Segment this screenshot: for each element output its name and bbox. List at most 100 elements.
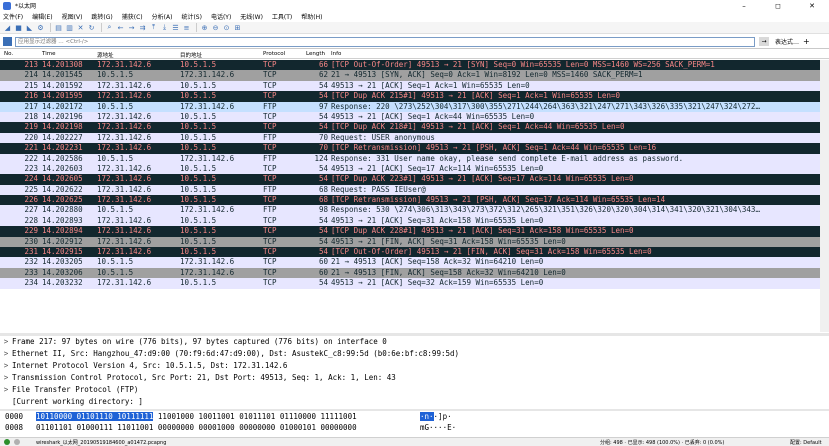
packet-row[interactable]: 227 14.202880 10.5.1.5 172.31.142.6 FTP 98 Res… [0, 205, 829, 216]
packet-row[interactable]: 226 14.202625 172.31.142.6 10.5.1.5 TCP 68 [TC… [0, 195, 829, 206]
packet-row[interactable]: 214 14.201545 10.5.1.5 172.31.142.6 TCP 62 21 … [0, 70, 829, 81]
colorize-icon[interactable]: ≡ [182, 23, 191, 32]
options-icon[interactable]: ⚙ [36, 23, 45, 32]
packet-time: 14.202605 [42, 174, 83, 184]
column-header-source[interactable]: 源地址 [97, 51, 114, 59]
packet-bytes-pane[interactable]: 0000 10110000 01101110 10111111 11001000… [0, 411, 829, 436]
packet-destination: 10.5.1.5 [180, 111, 217, 121]
packet-row[interactable]: 216 14.201595 172.31.142.6 10.5.1.5 TCP 54 [TC… [0, 91, 829, 102]
packet-protocol: TCP [263, 247, 277, 257]
menu-view[interactable]: 视图(V) [62, 12, 83, 21]
close-file-icon[interactable]: ✕ [76, 23, 85, 32]
packet-row[interactable]: 232 14.203205 10.5.1.5 172.31.142.6 TCP 60 21 … [0, 257, 829, 268]
maximize-button[interactable]: ◻ [761, 0, 795, 11]
packet-row[interactable]: 217 14.202172 10.5.1.5 172.31.142.6 FTP 97 Res… [0, 101, 829, 112]
expand-arrow-icon[interactable]: > [0, 348, 12, 360]
packet-destination: 172.31.142.6 [180, 267, 235, 277]
packet-row[interactable]: 228 14.202893 172.31.142.6 10.5.1.5 TCP 54 495… [0, 215, 829, 227]
packet-row[interactable]: 219 14.202198 172.31.142.6 10.5.1.5 TCP 54 [TC… [0, 122, 829, 133]
zoom-in-icon[interactable]: ⊕ [200, 23, 209, 32]
packet-protocol: FTP [263, 205, 277, 215]
restart-icon[interactable]: ◣ [25, 23, 34, 32]
packet-row[interactable]: 234 14.203232 172.31.142.6 10.5.1.5 TCP 54 495… [0, 278, 829, 289]
packet-no: 225 [24, 184, 38, 194]
packet-destination: 10.5.1.5 [180, 215, 217, 225]
last-icon[interactable]: ⤓ [160, 23, 169, 32]
back-icon[interactable]: ← [116, 23, 125, 32]
close-button[interactable]: ✕ [795, 0, 829, 11]
detail-row-tcp[interactable]: > Transmission Control Protocol, Src Port… [0, 372, 829, 384]
packet-row[interactable]: 223 14.202603 172.31.142.6 10.5.1.5 TCP 54 495… [0, 163, 829, 175]
bytes-row[interactable]: 0000 10110000 01101110 10111111 11001000… [0, 411, 829, 422]
packet-row[interactable]: 222 14.202586 10.5.1.5 172.31.142.6 FTP 124 Re… [0, 153, 829, 164]
expert-info-icon[interactable] [4, 439, 10, 445]
menu-wireless[interactable]: 无线(W) [240, 12, 263, 21]
packet-info: [TCP Out-Of-Order] 49513 → 21 [SYN] Seq=… [331, 60, 715, 69]
expand-arrow-icon[interactable]: > [0, 360, 12, 372]
save-icon[interactable]: ▥ [65, 23, 74, 32]
bytes-row[interactable]: 0008 01101101 01000111 11011001 00000000… [0, 422, 829, 433]
detail-row-cwd[interactable]: [Current working directory: ] [0, 396, 829, 408]
packet-info: 49513 → 21 [ACK] Seq=32 Ack=159 Win=6553… [331, 278, 544, 288]
expand-arrow-icon[interactable]: > [0, 384, 12, 396]
packet-row[interactable]: 221 14.202231 172.31.142.6 10.5.1.5 TCP 70 [TC… [0, 143, 829, 154]
zoom-reset-icon[interactable]: ⊙ [222, 23, 231, 32]
column-header-length[interactable]: Length [306, 51, 325, 57]
column-header-time[interactable]: Time [42, 51, 55, 57]
menu-statistics[interactable]: 统计(S) [181, 12, 202, 21]
stop-icon[interactable]: ■ [14, 23, 23, 32]
expand-arrow-icon[interactable]: > [0, 372, 12, 384]
find-icon[interactable]: ⌕ [105, 23, 114, 32]
display-filter-input[interactable] [15, 36, 755, 47]
resize-columns-icon[interactable]: ⊞ [233, 23, 242, 32]
packet-row[interactable]: 233 14.203206 10.5.1.5 172.31.142.6 TCP 60 21 … [0, 267, 829, 279]
minimize-button[interactable]: – [727, 0, 761, 11]
forward-icon[interactable]: → [127, 23, 136, 32]
first-icon[interactable]: ⤒ [149, 23, 158, 32]
autoscroll-icon[interactable]: ☰ [171, 23, 180, 32]
packet-row[interactable]: 220 14.202227 172.31.142.6 10.5.1.5 FTP 70 Req… [0, 132, 829, 144]
packet-row[interactable]: 230 14.202912 172.31.142.6 10.5.1.5 TCP 54 495… [0, 236, 829, 248]
menu-edit[interactable]: 编辑(E) [32, 12, 52, 21]
packet-row[interactable]: 229 14.202894 172.31.142.6 10.5.1.5 TCP 54 [TC… [0, 226, 829, 237]
detail-row-ethernet[interactable]: > Ethernet II, Src: Hangzhou_47:d9:00 (70… [0, 348, 829, 360]
detail-row-ftp[interactable]: > File Transfer Protocol (FTP) [0, 384, 829, 396]
menu-tools[interactable]: 工具(T) [272, 12, 292, 21]
open-icon[interactable]: ▤ [54, 23, 63, 32]
shark-fin-icon[interactable]: ◢ [3, 23, 12, 32]
packet-list-scrollbar[interactable] [820, 60, 829, 332]
column-header-destination[interactable]: 目的地址 [180, 51, 202, 59]
capture-comment-icon[interactable] [14, 439, 20, 445]
packet-row[interactable]: 224 14.202605 172.31.142.6 10.5.1.5 TCP 54 [TC… [0, 174, 829, 185]
packet-row[interactable]: 213 14.201308 172.31.142.6 10.5.1.5 TCP 66 [TC… [0, 60, 829, 71]
menu-analyze[interactable]: 分析(A) [152, 12, 173, 21]
column-header-info[interactable]: Info [331, 51, 341, 57]
expression-button[interactable]: 表达式… [775, 37, 799, 46]
packet-row[interactable]: 231 14.202915 172.31.142.6 10.5.1.5 TCP 54 [TC… [0, 247, 829, 258]
goto-icon[interactable]: ⇉ [138, 23, 147, 32]
expand-arrow-icon[interactable]: > [0, 336, 12, 348]
apply-filter-button[interactable]: → [759, 37, 769, 46]
packet-info: Response: 220 \273\252\304\317\300\355\2… [331, 101, 760, 111]
column-header-protocol[interactable]: Protocol [263, 51, 285, 57]
packet-row[interactable]: 215 14.201592 172.31.142.6 10.5.1.5 TCP 54 495… [0, 80, 829, 92]
menu-help[interactable]: 帮助(H) [301, 12, 322, 21]
status-profile[interactable]: 配置: Default [790, 439, 822, 446]
menu-telephony[interactable]: 电话(Y) [211, 12, 231, 21]
packet-details-pane[interactable]: > Frame 217: 97 bytes on wire (776 bits),… [0, 336, 829, 408]
detail-row-frame[interactable]: > Frame 217: 97 bytes on wire (776 bits),… [0, 336, 829, 348]
menu-capture[interactable]: 捕获(C) [122, 12, 143, 21]
column-header-no[interactable]: No. [4, 51, 13, 57]
add-filter-button[interactable]: + [803, 37, 810, 46]
bytes-bits: 01101101 01000111 11011001 00000000 0000… [36, 423, 357, 432]
menu-file[interactable]: 文件(F) [3, 12, 23, 21]
detail-row-ipv4[interactable]: > Internet Protocol Version 4, Src: 10.5.… [0, 360, 829, 372]
zoom-out-icon[interactable]: ⊖ [211, 23, 220, 32]
packet-list[interactable]: 213 14.201308 172.31.142.6 10.5.1.5 TCP 66 [TC… [0, 60, 829, 332]
bookmark-icon[interactable] [3, 37, 12, 46]
packet-info: [TCP Dup ACK 218#1] 49513 → 21 [ACK] Seq… [331, 122, 625, 132]
packet-row[interactable]: 218 14.202196 172.31.142.6 10.5.1.5 TCP 54 495… [0, 111, 829, 123]
menu-go[interactable]: 跳转(G) [91, 12, 112, 21]
packet-row[interactable]: 225 14.202622 172.31.142.6 10.5.1.5 FTP 68 Req… [0, 184, 829, 196]
reload-icon[interactable]: ↻ [87, 23, 96, 32]
